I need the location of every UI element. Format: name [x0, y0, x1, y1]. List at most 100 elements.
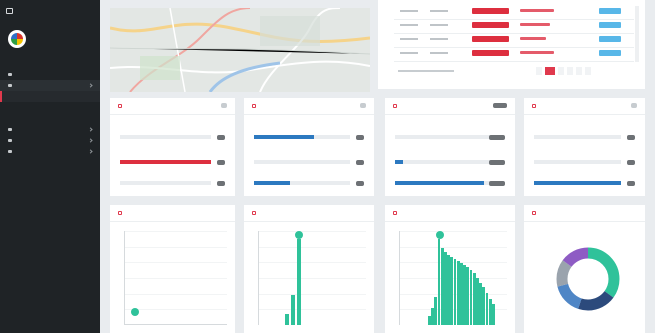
- sidebar-item-3[interactable]: [0, 102, 100, 113]
- divider: [394, 61, 634, 62]
- gridline: [259, 246, 366, 248]
- data-point[interactable]: [295, 230, 303, 239]
- summary-card-1-title: [118, 104, 122, 108]
- progress-bar: [120, 135, 211, 139]
- table-cell: [400, 52, 418, 54]
- status-badge: [472, 50, 509, 56]
- gridline: [125, 293, 227, 295]
- page-1-button[interactable]: [545, 67, 555, 75]
- chart-card-2: [244, 205, 374, 333]
- progress-bar: [395, 135, 491, 139]
- home-icon: [8, 73, 12, 76]
- status-badge: [472, 22, 509, 28]
- brand[interactable]: [6, 8, 13, 14]
- chart-1-plot: [124, 231, 227, 325]
- card-menu-button[interactable]: [360, 103, 366, 108]
- chart-bar[interactable]: [291, 294, 295, 325]
- map-canvas[interactable]: [110, 8, 370, 92]
- chart-icon: [8, 128, 12, 131]
- summary-card-2-title: [252, 104, 256, 108]
- table-row[interactable]: [394, 34, 634, 46]
- data-point[interactable]: [131, 307, 139, 316]
- chart-card-2-title: [252, 211, 256, 215]
- page-next-button[interactable]: [585, 67, 591, 75]
- row-action-button[interactable]: [599, 50, 621, 56]
- value-badge: [356, 134, 364, 140]
- table-link[interactable]: [520, 37, 546, 40]
- gridline: [400, 246, 507, 248]
- divider: [524, 114, 645, 115]
- progress-bar: [120, 181, 211, 185]
- table-cell: [430, 52, 448, 54]
- value-badge: [489, 180, 505, 186]
- gridline: [125, 246, 227, 248]
- summary-card-1: [110, 98, 235, 196]
- monitor-icon: [6, 8, 13, 14]
- table-cell: [430, 38, 448, 40]
- gridline: [125, 231, 227, 232]
- table-scrollbar[interactable]: [635, 6, 639, 62]
- sidebar: [0, 0, 100, 333]
- page-3-button[interactable]: [567, 67, 573, 75]
- chart-bar[interactable]: [492, 304, 495, 325]
- value-badge: [217, 159, 225, 165]
- table-cell: [400, 38, 418, 40]
- chart-card-3-title: [393, 211, 397, 215]
- sidebar-item-5[interactable]: [0, 124, 100, 135]
- divider: [110, 114, 235, 115]
- progress-bar-fill: [120, 160, 211, 164]
- progress-bar: [254, 181, 350, 185]
- divider: [244, 114, 374, 115]
- chevron-right-icon: [88, 127, 93, 132]
- alerts-table: [378, 0, 645, 89]
- row-action-button[interactable]: [599, 36, 621, 42]
- chart-icon: [532, 211, 536, 215]
- gridline: [259, 309, 366, 311]
- page-4-button[interactable]: [576, 67, 582, 75]
- page-prev-button[interactable]: [536, 67, 542, 75]
- chart-card-1: [110, 205, 235, 333]
- sidebar-item-2[interactable]: [0, 91, 100, 102]
- progress-bar-fill: [534, 181, 621, 185]
- row-action-button[interactable]: [599, 8, 621, 14]
- summary-card-2: [244, 98, 374, 196]
- sidebar-nav: [0, 69, 100, 157]
- sidebar-item-4[interactable]: [0, 113, 100, 124]
- table-row[interactable]: [394, 48, 634, 60]
- status-badge: [472, 36, 509, 42]
- chevron-right-icon: [88, 149, 93, 154]
- progress-bar-fill: [395, 181, 485, 185]
- data-point[interactable]: [435, 230, 444, 239]
- value-badge: [217, 134, 225, 140]
- value-badge: [489, 134, 505, 140]
- chart-icon: [118, 211, 122, 215]
- gridline: [125, 278, 227, 279]
- sidebar-item-0[interactable]: [0, 69, 100, 80]
- table-row[interactable]: [394, 6, 634, 18]
- table-link[interactable]: [520, 51, 554, 54]
- progress-bar: [254, 135, 350, 139]
- table-link[interactable]: [520, 23, 550, 26]
- card-menu-button[interactable]: [221, 103, 227, 108]
- gear-icon: [8, 139, 12, 142]
- page-2-button[interactable]: [558, 67, 564, 75]
- table-link[interactable]: [520, 9, 554, 12]
- table-row[interactable]: [394, 20, 634, 32]
- chart-bar[interactable]: [297, 238, 301, 325]
- map[interactable]: [110, 8, 370, 92]
- table-cell: [400, 10, 418, 12]
- card-menu-button[interactable]: [493, 103, 507, 108]
- sidebar-item-6[interactable]: [0, 135, 100, 146]
- x-axis: [125, 324, 227, 325]
- card-menu-button[interactable]: [631, 103, 637, 108]
- sidebar-item-7[interactable]: [0, 146, 100, 157]
- row-action-button[interactable]: [599, 22, 621, 28]
- gridline: [259, 293, 366, 295]
- progress-bar: [534, 181, 621, 185]
- progress-bar: [534, 135, 621, 139]
- progress-bar: [395, 181, 491, 185]
- table-cell: [430, 24, 448, 26]
- status-badge: [472, 8, 509, 14]
- sidebar-item-1[interactable]: [0, 80, 100, 91]
- chart-bar[interactable]: [285, 313, 289, 325]
